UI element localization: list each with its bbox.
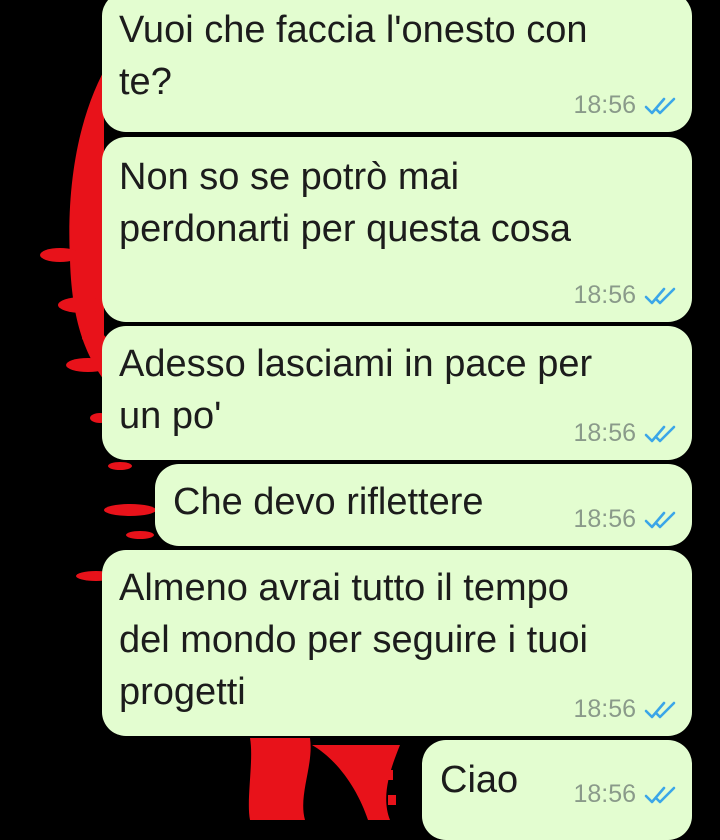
double-check-read-icon xyxy=(644,701,676,718)
message-meta: 18:56 xyxy=(573,281,678,310)
message-text: Adesso lasciami in pace per un po' xyxy=(119,343,593,437)
message-timestamp: 18:56 xyxy=(573,419,636,447)
message-bubble-6[interactable]: Ciao 18:56 xyxy=(422,740,692,840)
double-check-read-icon xyxy=(644,97,676,114)
message-bubble-5[interactable]: Almeno avrai tutto il tempo del mondo pe… xyxy=(102,550,692,736)
message-timestamp: 18:56 xyxy=(573,281,636,309)
double-check-read-icon xyxy=(644,786,676,803)
message-meta: 18:56 xyxy=(573,780,678,809)
message-text: Non so se potrò mai perdonarti per quest… xyxy=(119,156,572,250)
message-text: Ciao xyxy=(440,759,519,801)
message-timestamp: 18:56 xyxy=(573,91,636,119)
double-check-read-icon xyxy=(644,425,676,442)
message-bubble-4[interactable]: Che devo riflettere 18:56 xyxy=(155,464,692,546)
message-meta: 18:56 xyxy=(573,695,678,724)
double-check-read-icon xyxy=(644,287,676,304)
double-check-read-icon xyxy=(644,511,676,528)
message-text: Vuoi che faccia l'onesto con te? xyxy=(119,9,588,103)
message-meta: 18:56 xyxy=(573,505,678,534)
message-timestamp: 18:56 xyxy=(573,505,636,533)
message-meta: 18:56 xyxy=(573,91,678,120)
message-meta: 18:56 xyxy=(573,419,678,448)
message-timestamp: 18:56 xyxy=(573,695,636,723)
message-text: Che devo riflettere xyxy=(173,481,484,523)
message-bubble-1[interactable]: Vuoi che faccia l'onesto con te? 18:56 xyxy=(102,0,692,132)
message-text: Almeno avrai tutto il tempo del mondo pe… xyxy=(119,567,588,713)
message-bubble-3[interactable]: Adesso lasciami in pace per un po' 18:56 xyxy=(102,326,692,460)
message-timestamp: 18:56 xyxy=(573,780,636,808)
message-bubble-2[interactable]: Non so se potrò mai perdonarti per quest… xyxy=(102,137,692,322)
